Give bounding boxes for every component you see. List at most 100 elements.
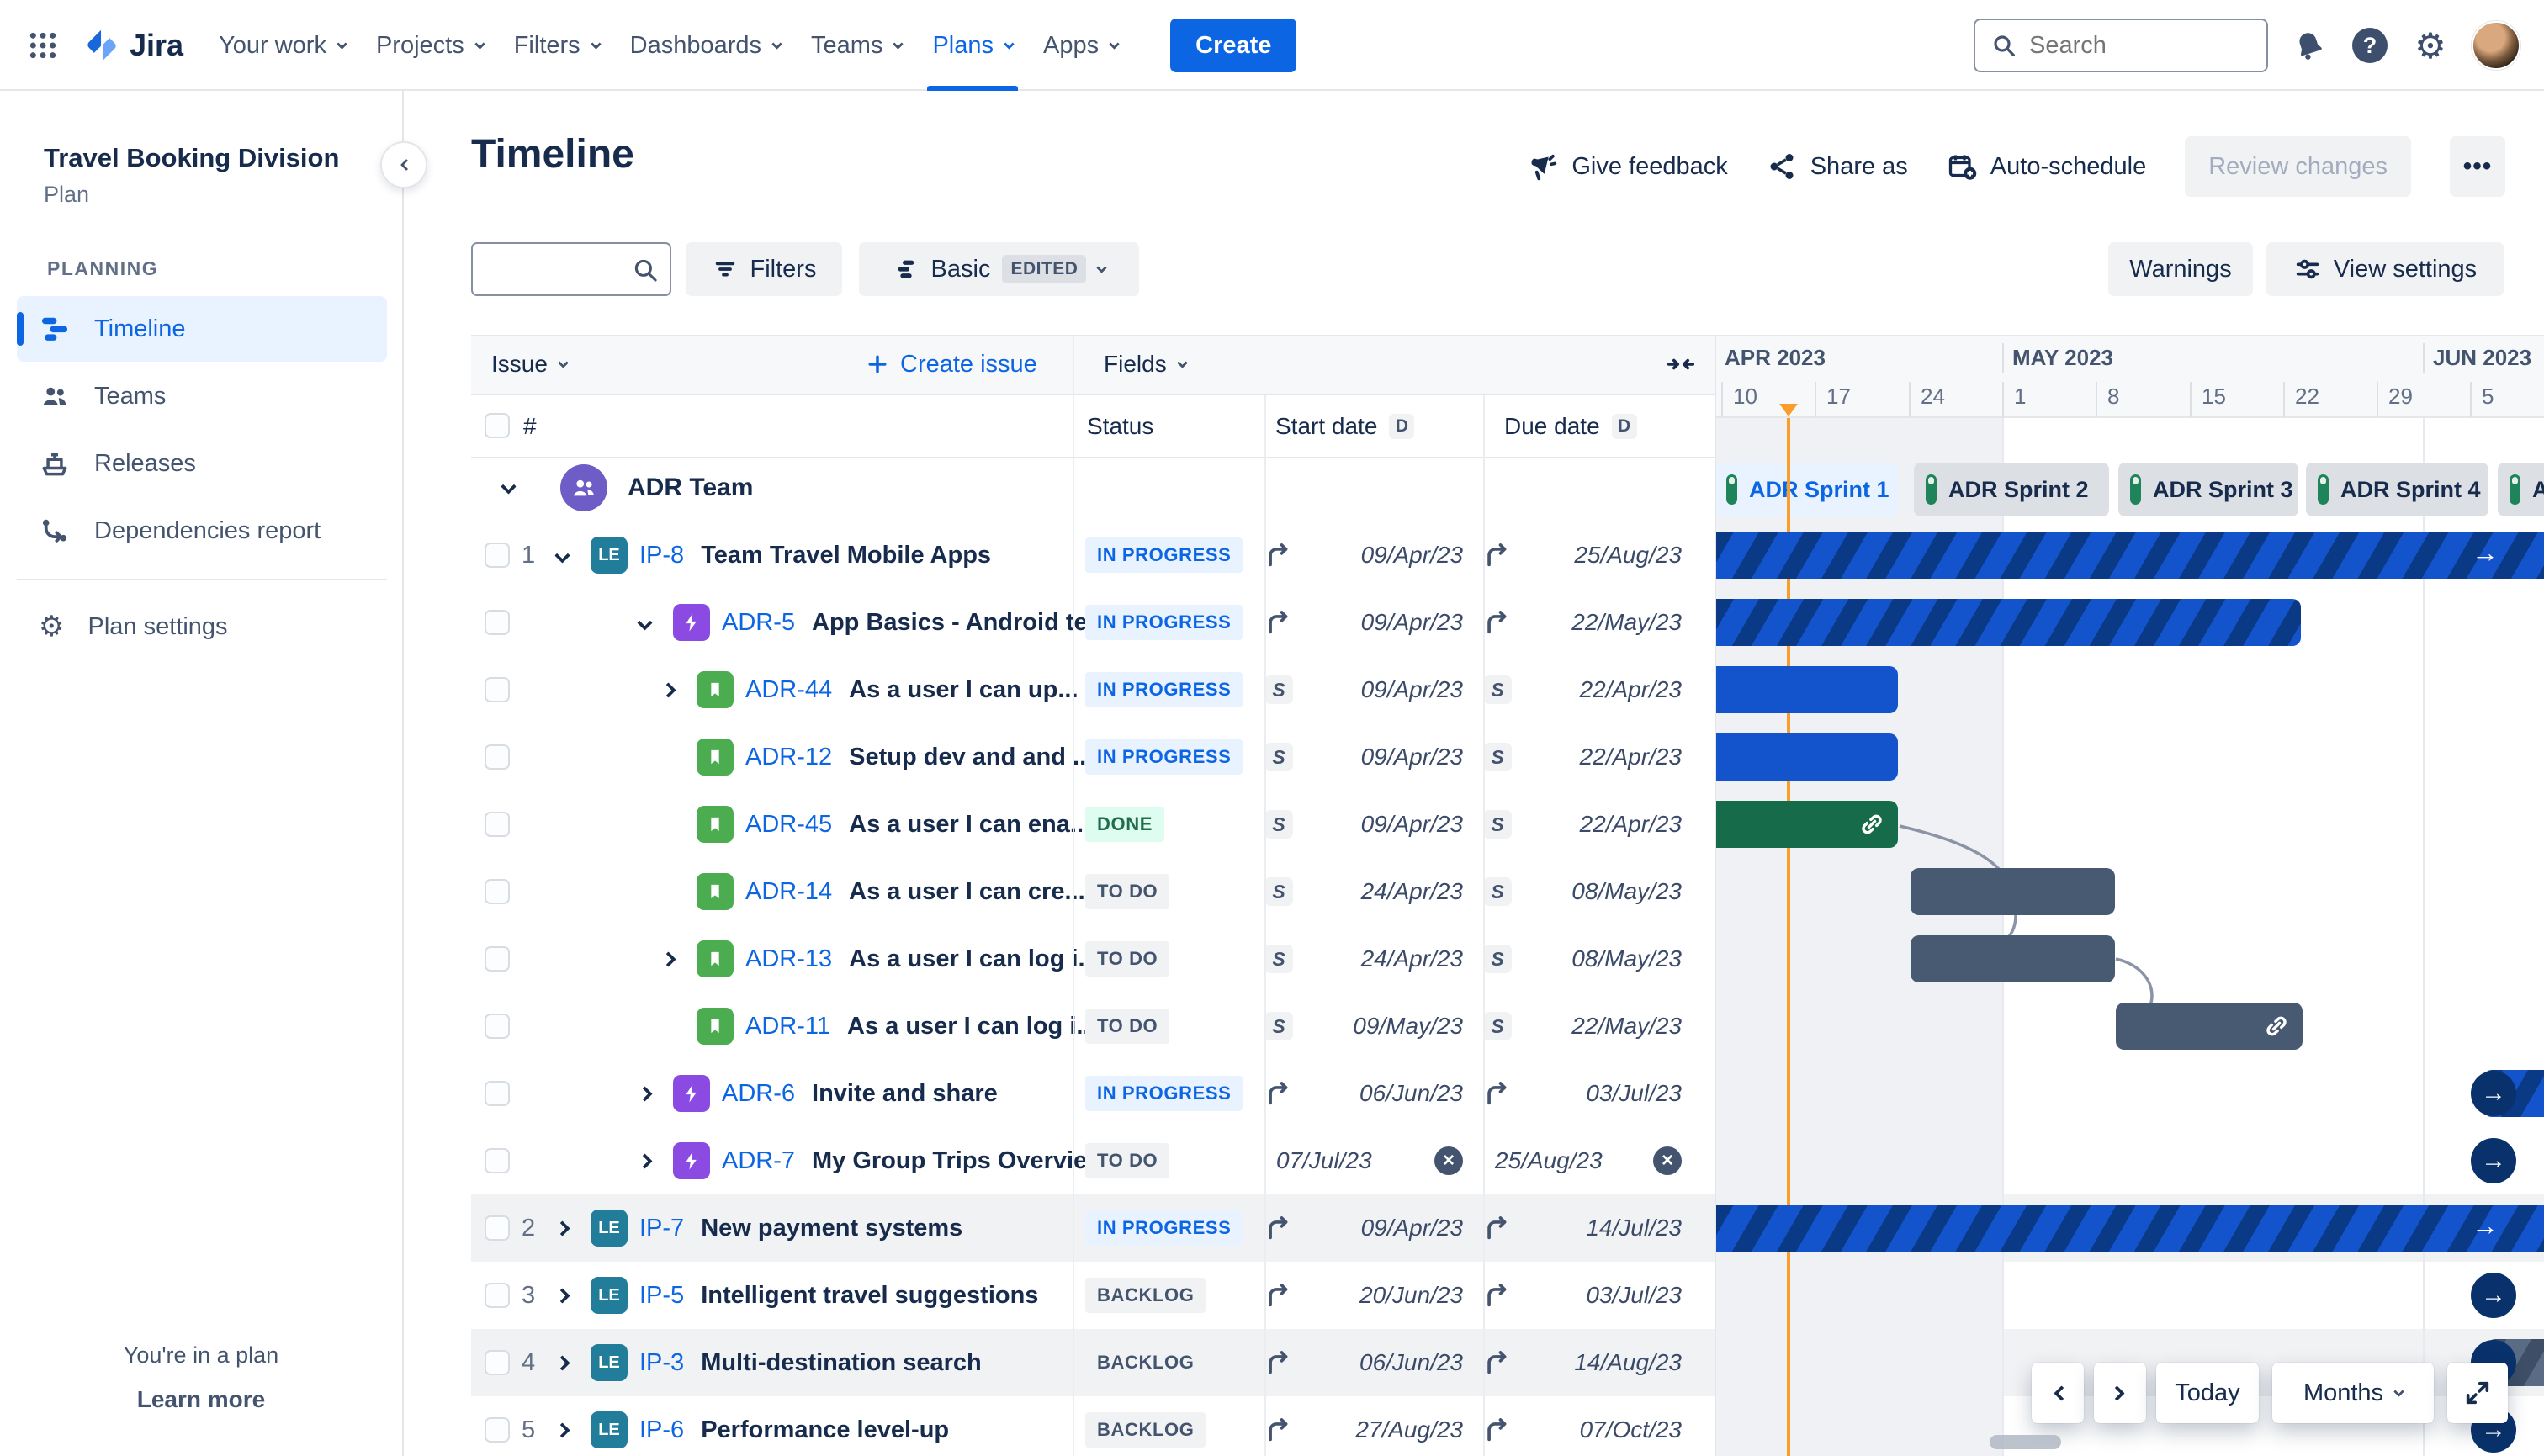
nav-item-projects[interactable]: Projects [361, 0, 499, 91]
row-checkbox[interactable] [485, 543, 510, 568]
more-options-button[interactable]: ••• [2450, 136, 2505, 197]
expand-row-icon[interactable] [660, 681, 676, 698]
issue-key-link[interactable]: IP-7 [639, 1215, 684, 1242]
start-date-cell[interactable]: S 09/Apr/23 [1264, 723, 1476, 791]
due-date-cell[interactable]: 07/Oct/23 [1483, 1396, 1695, 1456]
nav-item-teams[interactable]: Teams [796, 0, 917, 91]
due-date-cell[interactable]: 25/Aug/23 × [1483, 1127, 1695, 1194]
jump-to-bar-button-adr-7[interactable]: → [2471, 1138, 2516, 1183]
fullscreen-button[interactable] [2447, 1363, 2508, 1423]
sidebar-collapse-button[interactable] [380, 141, 427, 188]
issue-key-link[interactable]: ADR-11 [745, 1013, 830, 1040]
issue-key-link[interactable]: IP-6 [639, 1416, 684, 1444]
due-date-cell[interactable]: 14/Jul/23 [1483, 1194, 1695, 1262]
issue-key-link[interactable]: IP-8 [639, 542, 684, 569]
issue-key-link[interactable]: ADR-7 [722, 1147, 795, 1175]
clear-date-icon[interactable]: × [1434, 1146, 1463, 1175]
collapse-team-icon[interactable] [501, 479, 517, 495]
timeline-search-input[interactable] [471, 242, 671, 296]
start-date-cell[interactable]: S 09/Apr/23 [1264, 791, 1476, 858]
help-icon[interactable]: ? [2351, 26, 2389, 65]
learn-more-link[interactable]: Learn more [0, 1386, 402, 1413]
sidebar-item-teams[interactable]: Teams [17, 363, 387, 429]
horizontal-scrollbar-thumb[interactable] [1990, 1435, 2061, 1449]
start-date-cell[interactable]: 07/Jul/23 × [1264, 1127, 1476, 1194]
start-date-cell[interactable]: S 09/May/23 [1264, 993, 1476, 1060]
start-date-cell[interactable]: S 24/Apr/23 [1264, 858, 1476, 925]
app-switcher-icon[interactable] [24, 26, 62, 65]
due-date-cell[interactable]: 03/Jul/23 [1483, 1060, 1695, 1127]
status-badge[interactable]: IN PROGRESS [1085, 605, 1243, 640]
start-date-cell[interactable]: S 24/Apr/23 [1264, 925, 1476, 993]
scroll-right-button[interactable] [2094, 1363, 2146, 1423]
status-badge[interactable]: IN PROGRESS [1085, 739, 1243, 775]
issue-key-link[interactable]: ADR-13 [745, 945, 832, 973]
expand-row-icon[interactable] [554, 1287, 570, 1304]
due-date-cell[interactable]: S 08/May/23 [1483, 858, 1695, 925]
notifications-bell-icon[interactable] [2290, 26, 2329, 65]
nav-item-plans[interactable]: Plans [917, 0, 1028, 91]
zoom-level-dropdown[interactable]: Months [2272, 1363, 2434, 1423]
today-button[interactable]: Today [2156, 1363, 2259, 1423]
issue-key-link[interactable]: ADR-44 [745, 676, 832, 704]
search-input[interactable] [2029, 31, 2231, 60]
gantt-bar-adr-5[interactable] [1715, 599, 2301, 646]
status-badge[interactable]: IN PROGRESS [1085, 672, 1243, 707]
give-feedback-button[interactable]: Give feedback [1528, 151, 1728, 182]
create-button[interactable]: Create [1170, 19, 1297, 72]
sidebar-item-dependencies-report[interactable]: Dependencies report [17, 498, 387, 564]
gantt-bar-adr-13[interactable] [1911, 935, 2115, 982]
issue-key-link[interactable]: ADR-5 [722, 609, 795, 637]
start-date-cell[interactable]: 09/Apr/23 [1264, 522, 1476, 589]
create-issue-button[interactable]: Create issue [865, 335, 1037, 394]
select-all-checkbox[interactable] [485, 413, 510, 438]
issue-header-dropdown[interactable]: Issue [491, 335, 569, 394]
row-checkbox[interactable] [485, 744, 510, 770]
issue-key-link[interactable]: ADR-6 [722, 1080, 795, 1108]
start-date-cell[interactable]: 27/Aug/23 [1264, 1396, 1476, 1456]
view-mode-dropdown[interactable]: Basic EDITED [859, 242, 1139, 296]
row-checkbox[interactable] [485, 1215, 510, 1241]
jira-logo[interactable]: Jira [82, 26, 183, 65]
issue-key-link[interactable]: IP-3 [639, 1349, 684, 1377]
start-date-cell[interactable]: 20/Jun/23 [1264, 1262, 1476, 1329]
gantt-bar-ip-7[interactable] [1715, 1205, 2544, 1252]
scroll-left-button[interactable] [2032, 1363, 2084, 1423]
dependency-link-icon[interactable] [1858, 810, 1886, 839]
sprint-bar-adr-sprint-4[interactable]: ADR Sprint 4 [2306, 463, 2488, 516]
nav-item-filters[interactable]: Filters [499, 0, 615, 91]
row-checkbox[interactable] [485, 879, 510, 904]
due-date-cell[interactable]: S 22/May/23 [1483, 993, 1695, 1060]
status-badge[interactable]: TO DO [1085, 1143, 1170, 1178]
status-badge[interactable]: IN PROGRESS [1085, 1210, 1243, 1246]
due-date-cell[interactable]: 14/Aug/23 [1483, 1329, 1695, 1396]
issue-key-link[interactable]: ADR-12 [745, 744, 832, 771]
due-date-cell[interactable]: 03/Jul/23 [1483, 1262, 1695, 1329]
settings-gear-icon[interactable]: ⚙ [2411, 26, 2450, 66]
gantt-bar-adr-14[interactable] [1911, 868, 2115, 915]
sprint-bar-adr-sprint-3[interactable]: ADR Sprint 3 [2118, 463, 2298, 516]
due-date-cell[interactable]: S 22/Apr/23 [1483, 791, 1695, 858]
status-badge[interactable]: DONE [1085, 807, 1164, 842]
nav-item-your-work[interactable]: Your work [204, 0, 361, 91]
issue-key-link[interactable]: IP-5 [639, 1282, 684, 1310]
due-date-cell[interactable]: 22/May/23 [1483, 589, 1695, 656]
row-checkbox[interactable] [485, 946, 510, 972]
status-badge[interactable]: BACKLOG [1085, 1345, 1206, 1380]
row-checkbox[interactable] [485, 1081, 510, 1106]
collapse-row-icon[interactable] [636, 614, 653, 631]
expand-row-icon[interactable] [554, 1422, 570, 1438]
sidebar-item-timeline[interactable]: Timeline [17, 296, 387, 362]
status-badge[interactable]: BACKLOG [1085, 1278, 1206, 1313]
expand-row-icon[interactable] [660, 950, 676, 967]
row-checkbox[interactable] [485, 610, 510, 635]
expand-row-icon[interactable] [636, 1152, 653, 1169]
auto-schedule-button[interactable]: Auto-schedule [1947, 151, 2146, 182]
fields-dropdown[interactable]: Fields [1104, 335, 1188, 394]
collapse-row-icon[interactable] [554, 547, 570, 564]
gantt-bar-adr-12[interactable] [1715, 733, 1898, 781]
sprint-bar-adr-sprint-1[interactable]: ADR Sprint 1 [1715, 463, 1898, 516]
start-date-cell[interactable]: S 09/Apr/23 [1264, 656, 1476, 723]
jump-to-bar-button-adr-6[interactable]: → [2471, 1071, 2516, 1116]
nav-item-dashboards[interactable]: Dashboards [615, 0, 796, 91]
